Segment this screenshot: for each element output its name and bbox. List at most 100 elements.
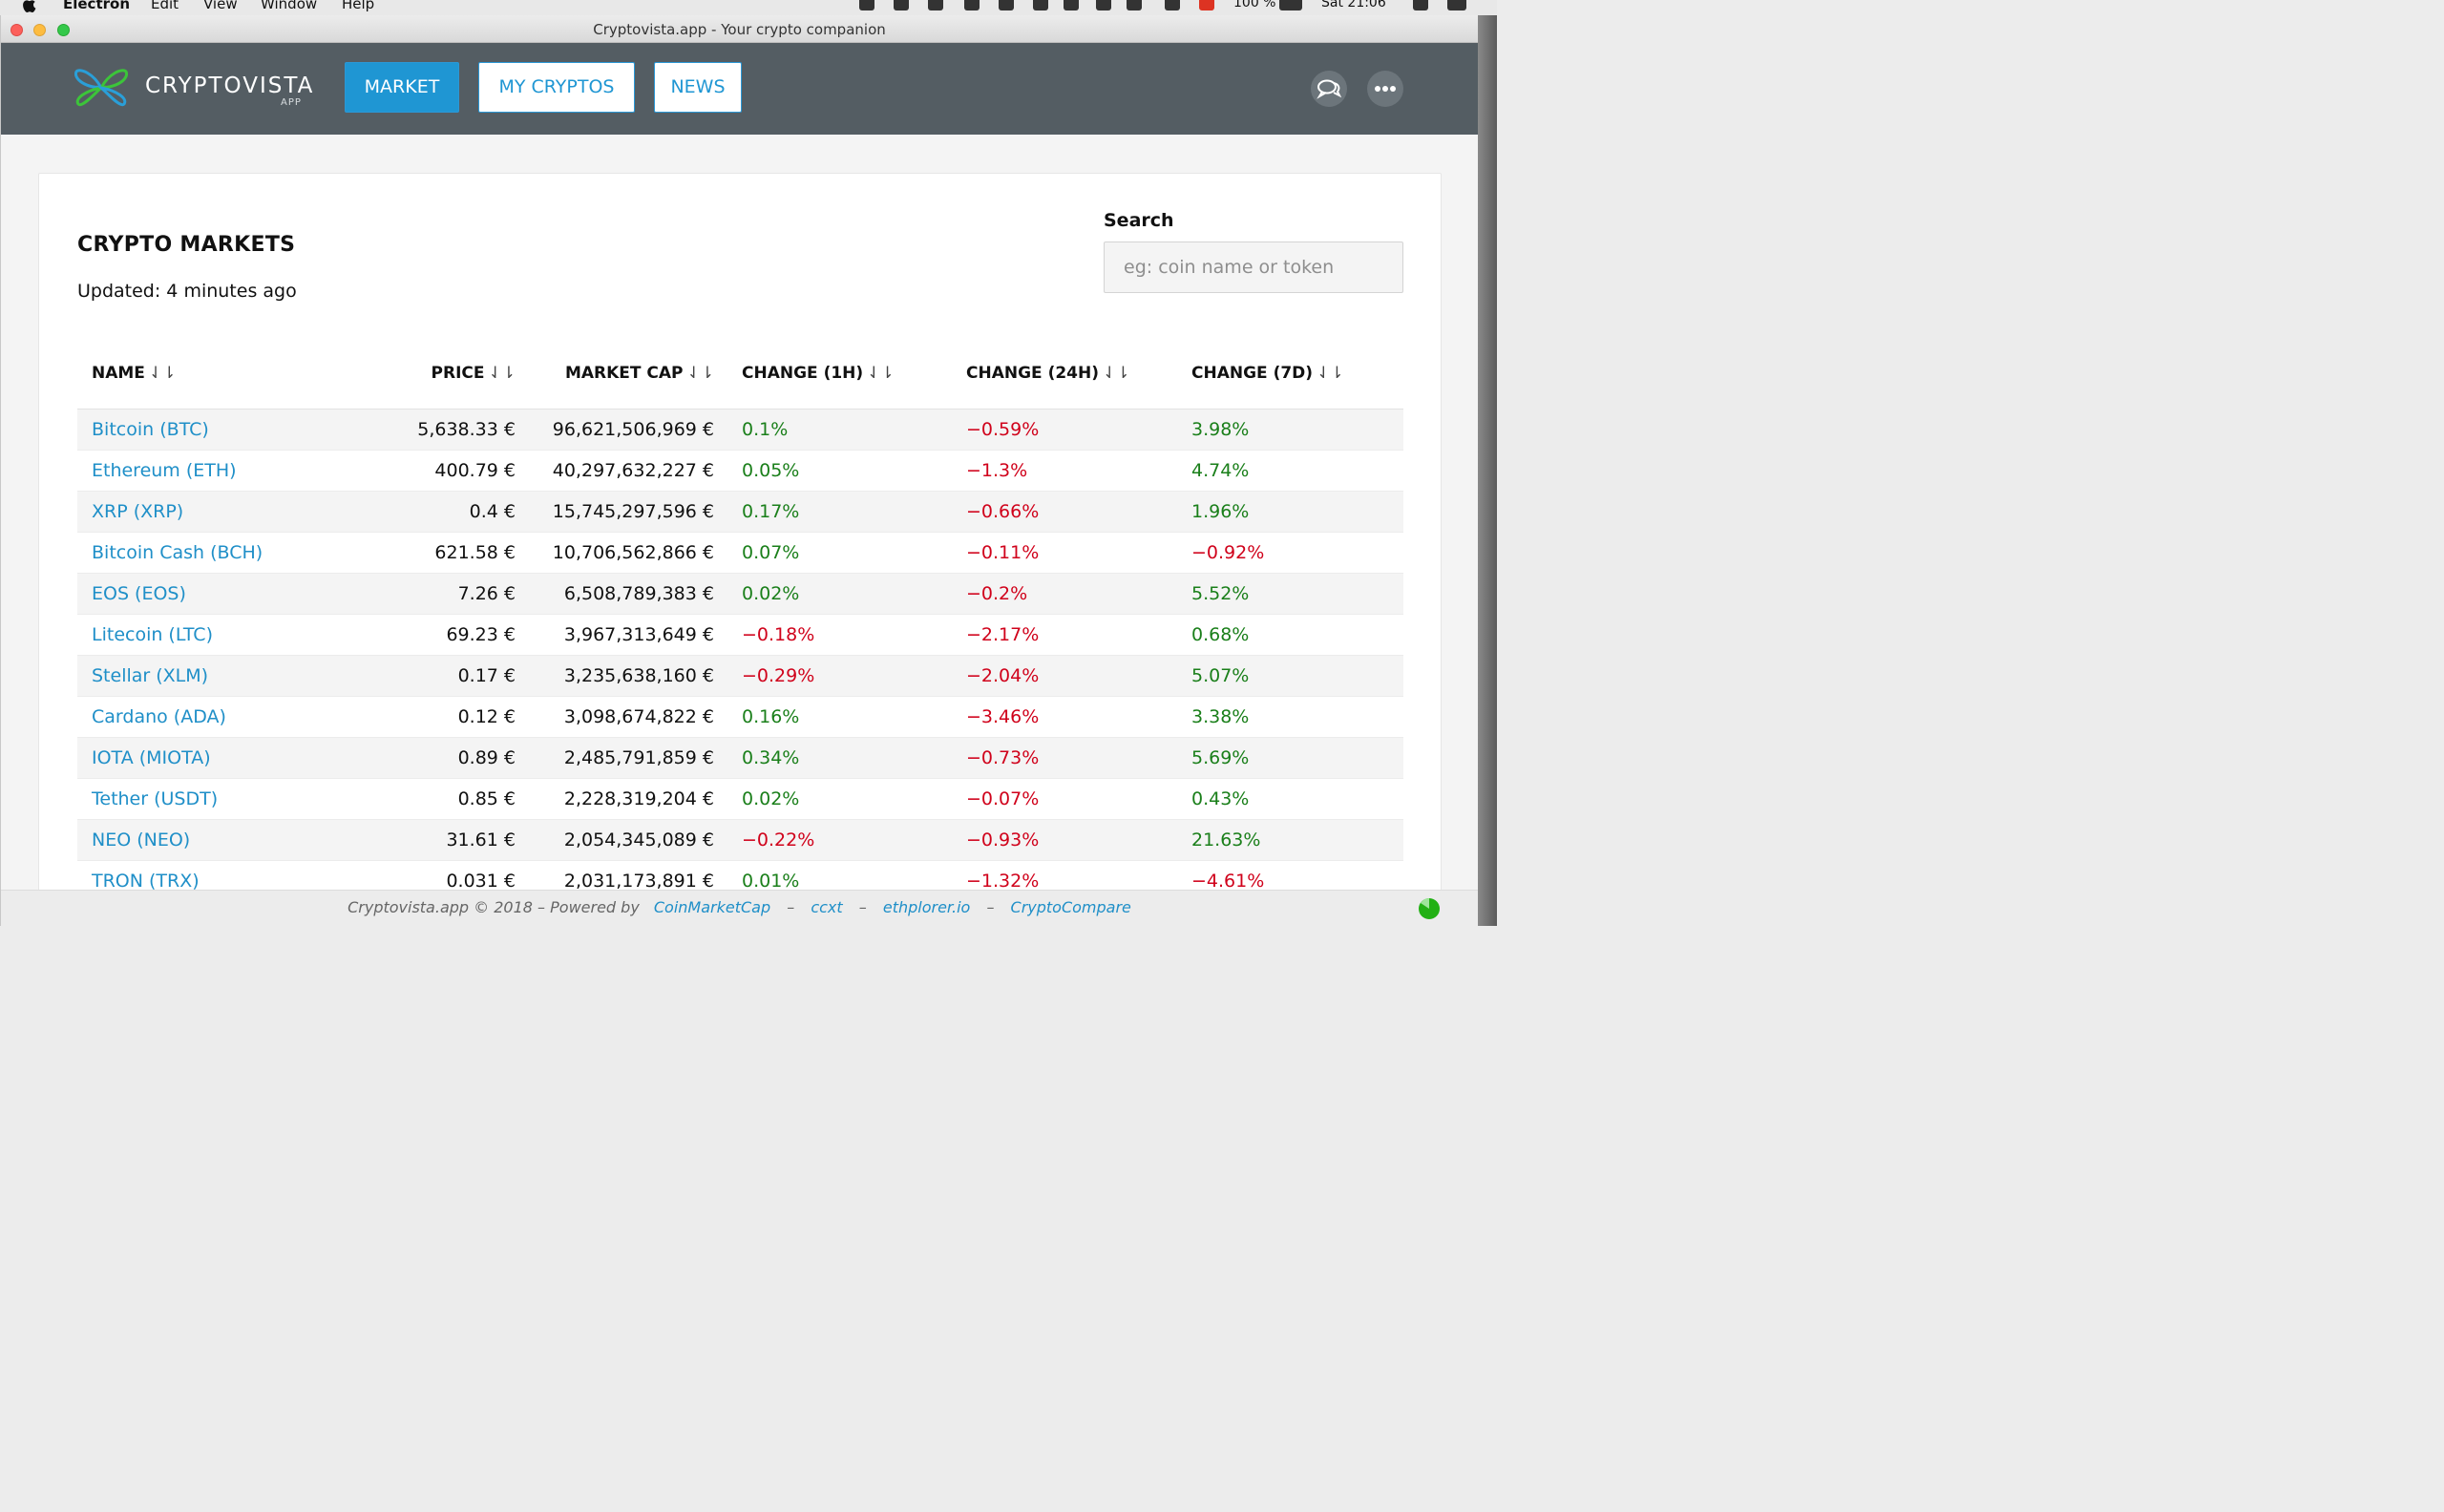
minimize-window-button[interactable] <box>33 24 46 36</box>
notification-center-icon[interactable] <box>1447 0 1466 10</box>
menu-app-name[interactable]: Electron <box>63 0 130 12</box>
wifi-icon[interactable] <box>1165 0 1180 10</box>
table-row[interactable]: EOS (EOS) 7.26 € 6,508,789,383 € 0.02% −… <box>77 574 1403 615</box>
status-icon-3[interactable] <box>928 0 943 10</box>
nav-news-button[interactable]: NEWS <box>654 62 742 113</box>
glasses-icon[interactable] <box>999 0 1014 10</box>
coin-name-link[interactable]: IOTA (MIOTA) <box>92 747 211 768</box>
coin-name-link[interactable]: Litecoin (LTC) <box>92 624 213 645</box>
chat-icon <box>1317 79 1342 99</box>
battery-icon[interactable] <box>1279 0 1302 10</box>
status-icon-1[interactable] <box>859 0 874 10</box>
status-icon-2[interactable] <box>894 0 909 10</box>
table-row[interactable]: Bitcoin (BTC) 5,638.33 € 96,621,506,969 … <box>77 410 1403 451</box>
table-row[interactable]: Bitcoin Cash (BCH) 621.58 € 10,706,562,8… <box>77 533 1403 574</box>
close-window-button[interactable] <box>11 24 23 36</box>
battery-percent[interactable]: 100 % <box>1233 0 1275 10</box>
sort-icon: ⇃⇂ <box>867 364 895 383</box>
coin-name-link[interactable]: NEO (NEO) <box>92 830 190 850</box>
menu-help[interactable]: Help <box>342 0 374 12</box>
table-row[interactable]: Cardano (ADA) 0.12 € 3,098,674,822 € 0.1… <box>77 697 1403 738</box>
footer-link-coinmarketcap[interactable]: CoinMarketCap <box>654 898 770 916</box>
coin-name-link[interactable]: Bitcoin (BTC) <box>92 419 209 440</box>
coin-name-link[interactable]: Cardano (ADA) <box>92 706 226 727</box>
clock[interactable]: Sat 21:06 <box>1321 0 1386 10</box>
nav-my-cryptos-button[interactable]: MY CRYPTOS <box>478 62 635 113</box>
market-cap-cell: 2,054,345,089 € <box>563 830 714 850</box>
change-1h-cell: 0.17% <box>742 501 800 522</box>
price-cell: 0.85 € <box>457 788 516 809</box>
status-icon-6[interactable] <box>1033 0 1048 10</box>
change-7d-cell: −0.92% <box>1191 542 1265 563</box>
nav-market-button[interactable]: MARKET <box>345 62 459 113</box>
spotlight-search-icon[interactable] <box>1413 0 1428 10</box>
change-7d-cell: 4.74% <box>1191 460 1250 481</box>
change-7d-cell: 3.38% <box>1191 706 1250 727</box>
coin-name-link[interactable]: Stellar (XLM) <box>92 665 208 686</box>
market-cap-cell: 2,228,319,204 € <box>563 788 714 809</box>
table-row[interactable]: Ethereum (ETH) 400.79 € 40,297,632,227 €… <box>77 451 1403 492</box>
markets-table: NAME ⇃⇂ PRICE ⇃⇂ MARKET CAP ⇃⇂ CHANGE (1H) ⇃… <box>77 352 1403 902</box>
volume-icon[interactable] <box>1127 0 1142 10</box>
cryptovista-logo-icon[interactable] <box>74 66 128 110</box>
market-cap-cell: 3,235,638,160 € <box>563 665 714 686</box>
brand-name[interactable]: CRYPTOVISTA <box>145 74 314 98</box>
footer-link-cryptocompare[interactable]: CryptoCompare <box>1011 898 1131 916</box>
bluetooth-icon[interactable] <box>1096 0 1111 10</box>
status-icon-7[interactable] <box>1064 0 1079 10</box>
table-row[interactable]: Litecoin (LTC) 69.23 € 3,967,313,649 € −… <box>77 615 1403 656</box>
coin-name-link[interactable]: XRP (XRP) <box>92 501 183 522</box>
change-24h-cell: −2.04% <box>966 665 1040 686</box>
price-cell: 400.79 € <box>434 460 516 481</box>
column-header-change-7d[interactable]: CHANGE (7D) ⇃⇂ <box>1191 364 1344 383</box>
column-header-market-cap[interactable]: MARKET CAP ⇃⇂ <box>565 364 714 383</box>
change-7d-cell: −4.61% <box>1191 871 1265 892</box>
more-options-button[interactable] <box>1367 71 1403 107</box>
column-header-price[interactable]: PRICE ⇃⇂ <box>432 364 516 383</box>
menu-edit[interactable]: Edit <box>151 0 179 12</box>
table-row[interactable]: Tether (USDT) 0.85 € 2,228,319,204 € 0.0… <box>77 779 1403 820</box>
price-cell: 0.031 € <box>446 871 516 892</box>
chat-button[interactable] <box>1311 71 1347 107</box>
sort-icon: ⇃⇂ <box>1317 364 1344 383</box>
table-row[interactable]: XRP (XRP) 0.4 € 15,745,297,596 € 0.17% −… <box>77 492 1403 533</box>
price-cell: 5,638.33 € <box>417 419 516 440</box>
flag-icon[interactable] <box>1199 0 1214 10</box>
refresh-status-icon[interactable] <box>1418 897 1441 920</box>
search-input[interactable] <box>1104 242 1403 293</box>
change-24h-cell: −3.46% <box>966 706 1040 727</box>
page-title: CRYPTO MARKETS <box>77 233 296 257</box>
change-24h-cell: −1.3% <box>966 460 1028 481</box>
sort-icon: ⇃⇂ <box>148 364 177 383</box>
market-cap-cell: 3,098,674,822 € <box>563 706 714 727</box>
coin-name-link[interactable]: Tether (USDT) <box>92 788 218 809</box>
status-icon-4[interactable] <box>964 0 980 10</box>
window-titlebar[interactable]: Cryptovista.app - Your crypto companion <box>1 15 1478 43</box>
coin-name-link[interactable]: Ethereum (ETH) <box>92 460 237 481</box>
table-row[interactable]: Stellar (XLM) 0.17 € 3,235,638,160 € −0.… <box>77 656 1403 697</box>
price-cell: 0.17 € <box>457 665 516 686</box>
table-row[interactable]: IOTA (MIOTA) 0.89 € 2,485,791,859 € 0.34… <box>77 738 1403 779</box>
footer-credit: Cryptovista.app © 2018 – Powered by <box>348 898 640 916</box>
change-24h-cell: −0.11% <box>966 542 1040 563</box>
change-24h-cell: −0.2% <box>966 583 1028 604</box>
change-7d-cell: 21.63% <box>1191 830 1261 850</box>
price-cell: 7.26 € <box>457 583 516 604</box>
footer-link-ccxt[interactable]: ccxt <box>811 898 842 916</box>
menu-view[interactable]: View <box>203 0 238 12</box>
table-row[interactable]: NEO (NEO) 31.61 € 2,054,345,089 € −0.22%… <box>77 820 1403 861</box>
table-header: NAME ⇃⇂ PRICE ⇃⇂ MARKET CAP ⇃⇂ CHANGE (1H) ⇃… <box>77 352 1403 410</box>
coin-name-link[interactable]: EOS (EOS) <box>92 583 186 604</box>
apple-icon[interactable] <box>21 0 38 14</box>
column-header-name[interactable]: NAME ⇃⇂ <box>92 364 176 383</box>
column-header-change-24h[interactable]: CHANGE (24H) ⇃⇂ <box>966 364 1130 383</box>
market-cap-cell: 96,621,506,969 € <box>552 419 714 440</box>
change-7d-cell: 5.69% <box>1191 747 1250 768</box>
footer-link-ethplorer[interactable]: ethplorer.io <box>883 898 971 916</box>
change-24h-cell: −1.32% <box>966 871 1040 892</box>
menu-window[interactable]: Window <box>261 0 317 12</box>
zoom-window-button[interactable] <box>57 24 70 36</box>
coin-name-link[interactable]: TRON (TRX) <box>92 871 200 892</box>
column-header-change-1h[interactable]: CHANGE (1H) ⇃⇂ <box>742 364 895 383</box>
coin-name-link[interactable]: Bitcoin Cash (BCH) <box>92 542 263 563</box>
